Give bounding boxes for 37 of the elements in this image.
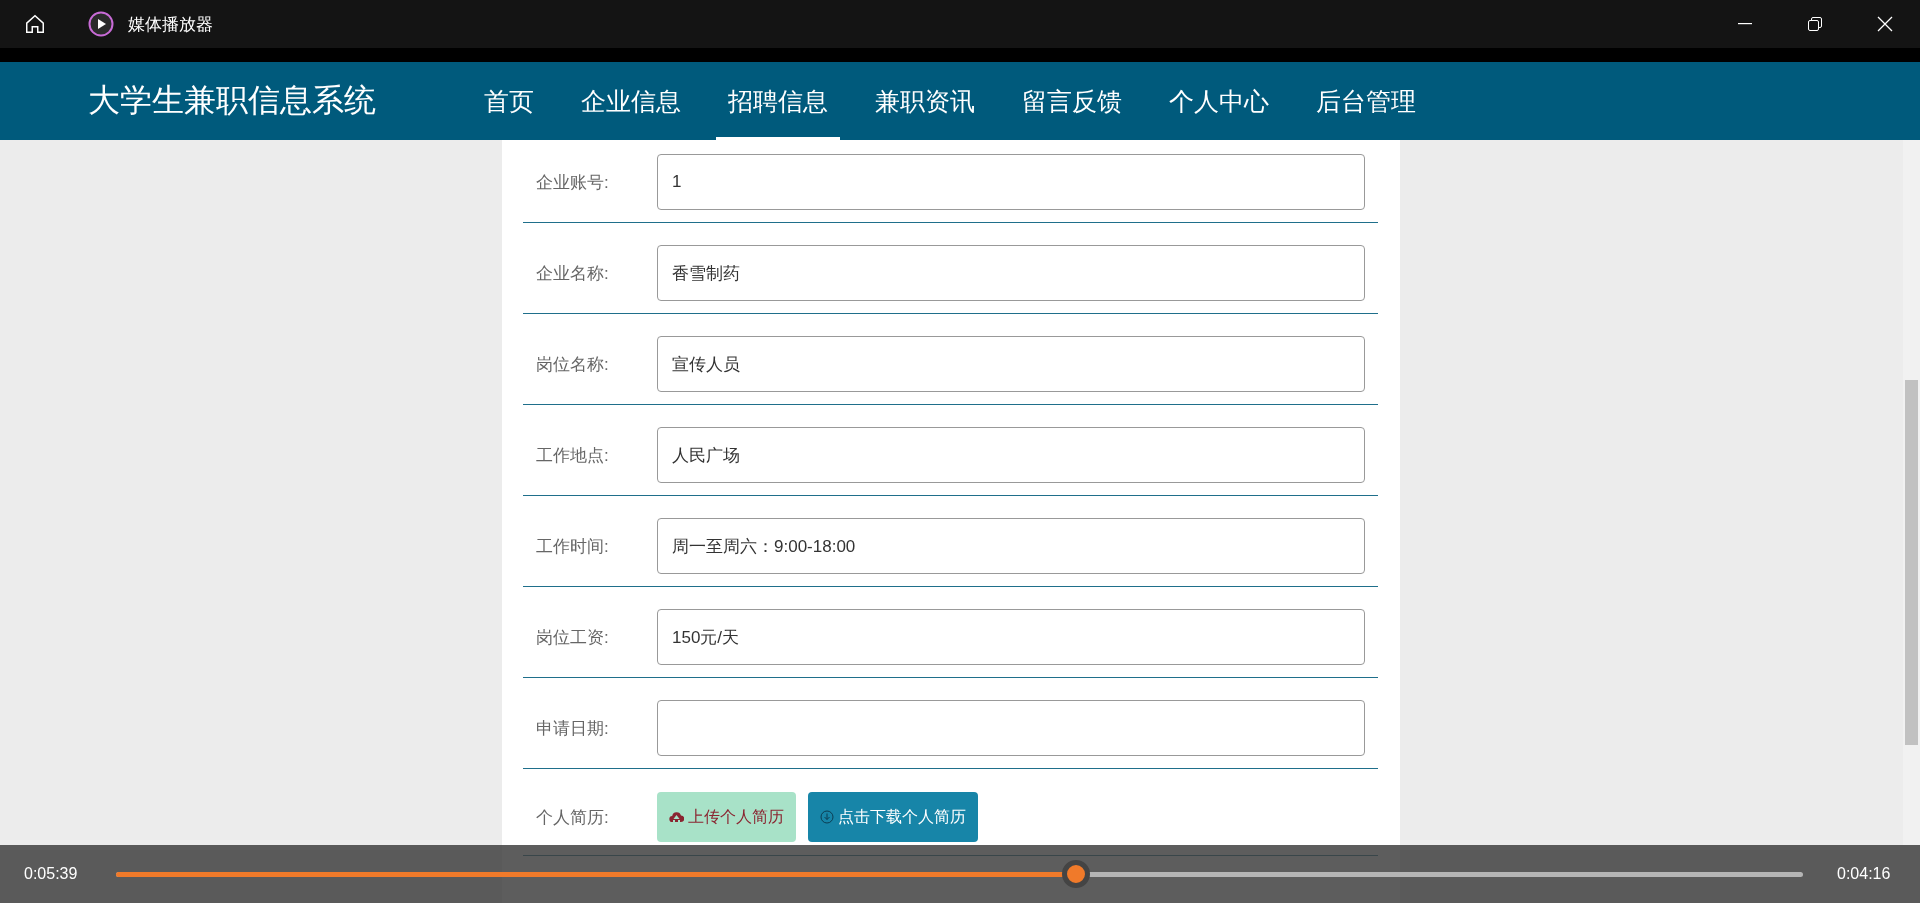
input-field[interactable]: 周一至周六：9:00-18:00	[657, 518, 1365, 574]
elapsed-time: 0:05:39	[23, 865, 79, 883]
site-brand: 大学生兼职信息系统	[88, 81, 376, 120]
scrollbar[interactable]	[1903, 140, 1920, 845]
progress-track[interactable]	[116, 871, 1803, 877]
nav-link[interactable]: 兼职资讯	[863, 62, 987, 140]
upload-button[interactable]: 上传个人简历	[657, 792, 796, 842]
field-label: 个人简历:	[535, 806, 610, 829]
download-icon	[820, 810, 834, 824]
progress-handle[interactable]	[1061, 860, 1090, 888]
remaining-time: 0:04:16	[1836, 865, 1892, 883]
field-label: 岗位名称:	[535, 353, 610, 376]
nav-link[interactable]: 后台管理	[1304, 62, 1428, 140]
input-field[interactable]: 香雪制药	[657, 245, 1365, 301]
input-field[interactable]: 1	[657, 154, 1365, 210]
restore-icon	[1808, 17, 1822, 31]
close-icon	[1877, 16, 1893, 32]
field-label: 工作时间:	[535, 535, 610, 558]
input-field[interactable]	[657, 700, 1365, 756]
input-field[interactable]: 人民广场	[657, 427, 1365, 483]
field-label: 企业名称:	[535, 262, 610, 285]
home-icon	[24, 13, 46, 35]
nav-link[interactable]: 个人中心	[1157, 62, 1281, 140]
download-button[interactable]: 点击下载个人简历	[808, 792, 978, 842]
play-logo-icon	[88, 11, 114, 37]
nav-link[interactable]: 留言反馈	[1010, 62, 1134, 140]
cloud-upload-icon	[669, 811, 684, 823]
field-label: 申请日期:	[535, 717, 610, 740]
field-label: 企业账号:	[535, 171, 610, 194]
nav-link[interactable]: 首页	[472, 62, 546, 140]
input-field[interactable]: 宣传人员	[657, 336, 1365, 392]
field-label: 工作地点:	[535, 444, 610, 467]
input-field[interactable]: 150元/天	[657, 609, 1365, 665]
field-label: 岗位工资:	[535, 626, 610, 649]
minimize-icon	[1738, 23, 1752, 25]
window-title: 媒体播放器	[128, 13, 213, 36]
nav-link[interactable]: 企业信息	[569, 62, 693, 140]
